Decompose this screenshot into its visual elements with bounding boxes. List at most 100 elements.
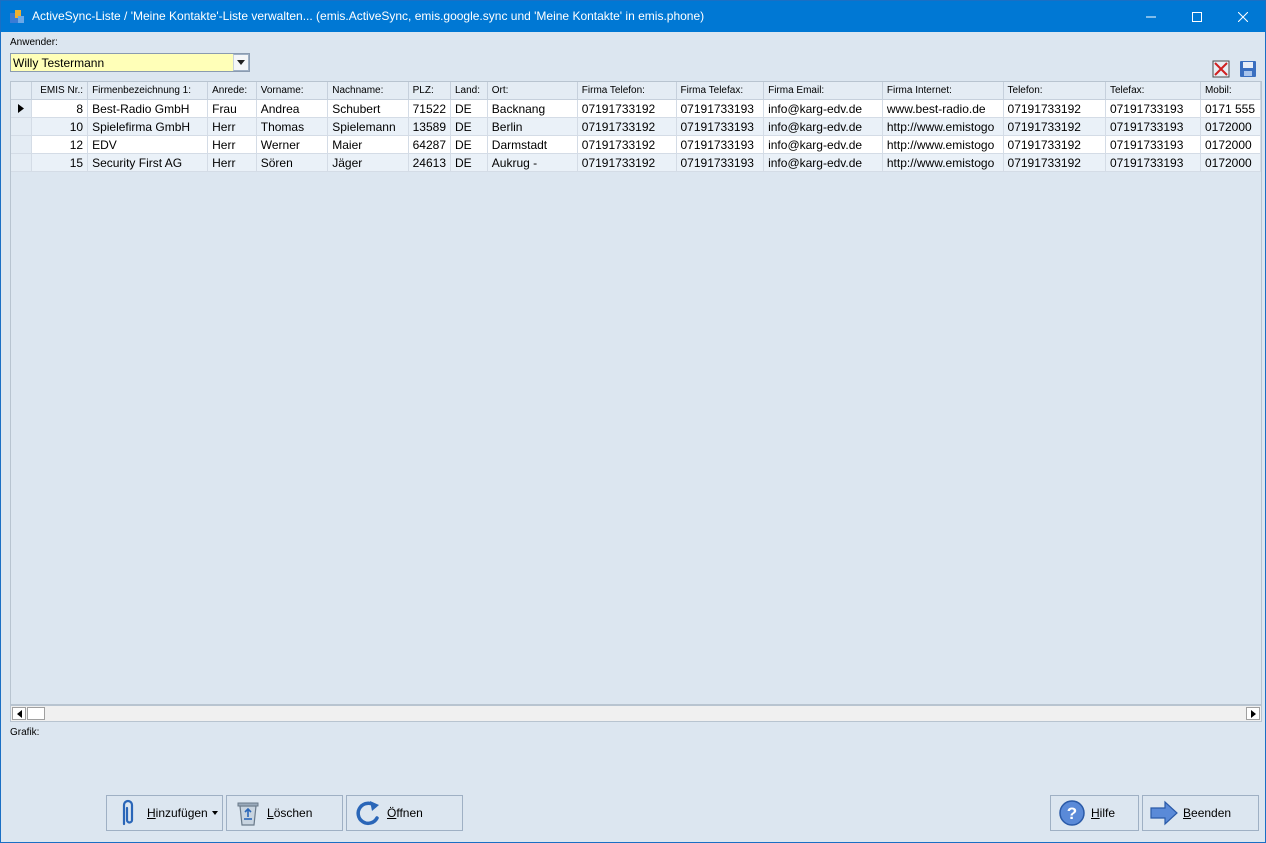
user-select[interactable]: Willy Testermann — [10, 53, 250, 72]
cell-telefax[interactable]: 07191733193 — [1105, 99, 1201, 118]
cell-mobil[interactable]: 0172000 — [1200, 153, 1261, 172]
cell-ort[interactable]: Aukrug - — [487, 153, 578, 172]
cell-land[interactable]: DE — [450, 153, 488, 172]
cell-telefon[interactable]: 07191733192 — [1003, 153, 1106, 172]
col-header-firma-internet[interactable]: Firma Internet: — [882, 82, 1004, 100]
cell-firmenbezeichnung[interactable]: Security First AG — [87, 153, 209, 172]
cell-land[interactable]: DE — [450, 117, 488, 136]
exit-button[interactable]: Beenden — [1142, 795, 1259, 831]
cell-firma-email[interactable]: info@karg-edv.de — [763, 99, 883, 118]
cell-anrede[interactable]: Herr — [207, 135, 257, 154]
delete-layout-icon[interactable] — [1212, 60, 1230, 78]
cell-land[interactable]: DE — [450, 135, 488, 154]
cell-vorname[interactable]: Thomas — [256, 117, 329, 136]
cell-nachname[interactable]: Maier — [327, 135, 409, 154]
cell-ort[interactable]: Darmstadt — [487, 135, 578, 154]
col-header-anrede[interactable]: Anrede: — [207, 82, 257, 100]
cell-firma-internet[interactable]: http://www.emistogo — [882, 153, 1004, 172]
table-row[interactable]: 8 Best-Radio GmbH Frau Andrea Schubert 71522 D… — [11, 99, 1261, 118]
cell-land[interactable]: DE — [450, 99, 488, 118]
scrollbar-thumb[interactable] — [27, 707, 45, 720]
cell-telefon[interactable]: 07191733192 — [1003, 135, 1106, 154]
cell-firma-internet[interactable]: www.best-radio.de — [882, 99, 1004, 118]
cell-firma-email[interactable]: info@karg-edv.de — [763, 117, 883, 136]
add-button[interactable]: Hinzufügen — [106, 795, 223, 831]
cell-firma-telefon[interactable]: 07191733192 — [577, 117, 677, 136]
cell-emis-nr[interactable]: 12 — [31, 135, 89, 154]
cell-firma-telefax[interactable]: 07191733193 — [676, 117, 765, 136]
dropdown-button[interactable] — [233, 54, 249, 71]
col-header-land[interactable]: Land: — [450, 82, 488, 100]
row-selector[interactable] — [11, 135, 33, 154]
cell-vorname[interactable]: Andrea — [256, 99, 329, 118]
cell-telefax[interactable]: 07191733193 — [1105, 153, 1201, 172]
cell-telefon[interactable]: 07191733192 — [1003, 117, 1106, 136]
col-header-firma-telefax[interactable]: Firma Telefax: — [676, 82, 765, 100]
col-header-vorname[interactable]: Vorname: — [256, 82, 329, 100]
cell-firma-telefax[interactable]: 07191733193 — [676, 99, 765, 118]
scroll-right-button[interactable] — [1246, 707, 1260, 720]
maximize-button[interactable] — [1174, 1, 1220, 32]
col-header-firma-telefon[interactable]: Firma Telefon: — [577, 82, 677, 100]
cell-firmenbezeichnung[interactable]: EDV — [87, 135, 209, 154]
table-row[interactable]: 15 Security First AG Herr Sören Jäger 24613 DE… — [11, 153, 1261, 172]
cell-plz[interactable]: 71522 — [408, 99, 452, 118]
cell-mobil[interactable]: 0172000 — [1200, 117, 1261, 136]
col-header-telefax[interactable]: Telefax: — [1105, 82, 1201, 100]
cell-anrede[interactable]: Herr — [207, 153, 257, 172]
cell-firmenbezeichnung[interactable]: Spielefirma GmbH — [87, 117, 209, 136]
col-header-ort[interactable]: Ort: — [487, 82, 578, 100]
cell-nachname[interactable]: Spielemann — [327, 117, 409, 136]
row-selector[interactable] — [11, 153, 33, 172]
cell-firma-internet[interactable]: http://www.emistogo — [882, 117, 1004, 136]
cell-telefax[interactable]: 07191733193 — [1105, 135, 1201, 154]
cell-emis-nr[interactable]: 15 — [31, 153, 89, 172]
cell-firma-email[interactable]: info@karg-edv.de — [763, 153, 883, 172]
cell-telefax[interactable]: 07191733193 — [1105, 117, 1201, 136]
cell-emis-nr[interactable]: 10 — [31, 117, 89, 136]
col-header-emis-nr[interactable]: EMIS Nr.: — [31, 82, 89, 100]
cell-plz[interactable]: 64287 — [408, 135, 452, 154]
cell-firma-telefon[interactable]: 07191733192 — [577, 153, 677, 172]
col-header-plz[interactable]: PLZ: — [408, 82, 452, 100]
col-header-telefon[interactable]: Telefon: — [1003, 82, 1106, 100]
delete-button[interactable]: Löschen — [226, 795, 343, 831]
cell-nachname[interactable]: Jäger — [327, 153, 409, 172]
cell-firma-telefax[interactable]: 07191733193 — [676, 153, 765, 172]
cell-nachname[interactable]: Schubert — [327, 99, 409, 118]
cell-telefon[interactable]: 07191733192 — [1003, 99, 1106, 118]
cell-firma-email[interactable]: info@karg-edv.de — [763, 135, 883, 154]
cell-plz[interactable]: 13589 — [408, 117, 452, 136]
cell-anrede[interactable]: Frau — [207, 99, 257, 118]
cell-firma-telefon[interactable]: 07191733192 — [577, 135, 677, 154]
scroll-left-button[interactable] — [12, 707, 26, 720]
save-icon[interactable] — [1239, 60, 1257, 78]
cell-firmenbezeichnung[interactable]: Best-Radio GmbH — [87, 99, 209, 118]
cell-mobil[interactable]: 0171 555 — [1200, 99, 1261, 118]
horizontal-scrollbar[interactable] — [10, 705, 1262, 722]
cell-ort[interactable]: Berlin — [487, 117, 578, 136]
cell-emis-nr[interactable]: 8 — [31, 99, 89, 118]
minimize-button[interactable] — [1128, 1, 1174, 32]
help-button[interactable]: ? Hilfe — [1050, 795, 1139, 831]
cell-firma-telefon[interactable]: 07191733192 — [577, 99, 677, 118]
col-header-mobil[interactable]: Mobil: — [1200, 82, 1261, 100]
cell-ort[interactable]: Backnang — [487, 99, 578, 118]
table-row[interactable]: 12 EDV Herr Werner Maier 64287 DE Darmstadt 0719… — [11, 135, 1261, 154]
col-header-nachname[interactable]: Nachname: — [327, 82, 409, 100]
cell-mobil[interactable]: 0172000 — [1200, 135, 1261, 154]
cell-vorname[interactable]: Werner — [256, 135, 329, 154]
col-header-firma-email[interactable]: Firma Email: — [763, 82, 883, 100]
row-selector[interactable] — [11, 117, 33, 136]
table-row[interactable]: 10 Spielefirma GmbH Herr Thomas Spielemann 13… — [11, 117, 1261, 136]
close-button[interactable] — [1220, 1, 1266, 32]
row-selector[interactable] — [11, 99, 33, 118]
cell-vorname[interactable]: Sören — [256, 153, 329, 172]
contacts-grid[interactable]: EMIS Nr.: Firmenbezeichnung 1: Anrede: V… — [10, 81, 1262, 705]
col-header-firmenbezeichnung[interactable]: Firmenbezeichnung 1: — [87, 82, 209, 100]
cell-firma-internet[interactable]: http://www.emistogo — [882, 135, 1004, 154]
cell-firma-telefax[interactable]: 07191733193 — [676, 135, 765, 154]
open-button[interactable]: Öffnen — [346, 795, 463, 831]
cell-anrede[interactable]: Herr — [207, 117, 257, 136]
cell-plz[interactable]: 24613 — [408, 153, 452, 172]
